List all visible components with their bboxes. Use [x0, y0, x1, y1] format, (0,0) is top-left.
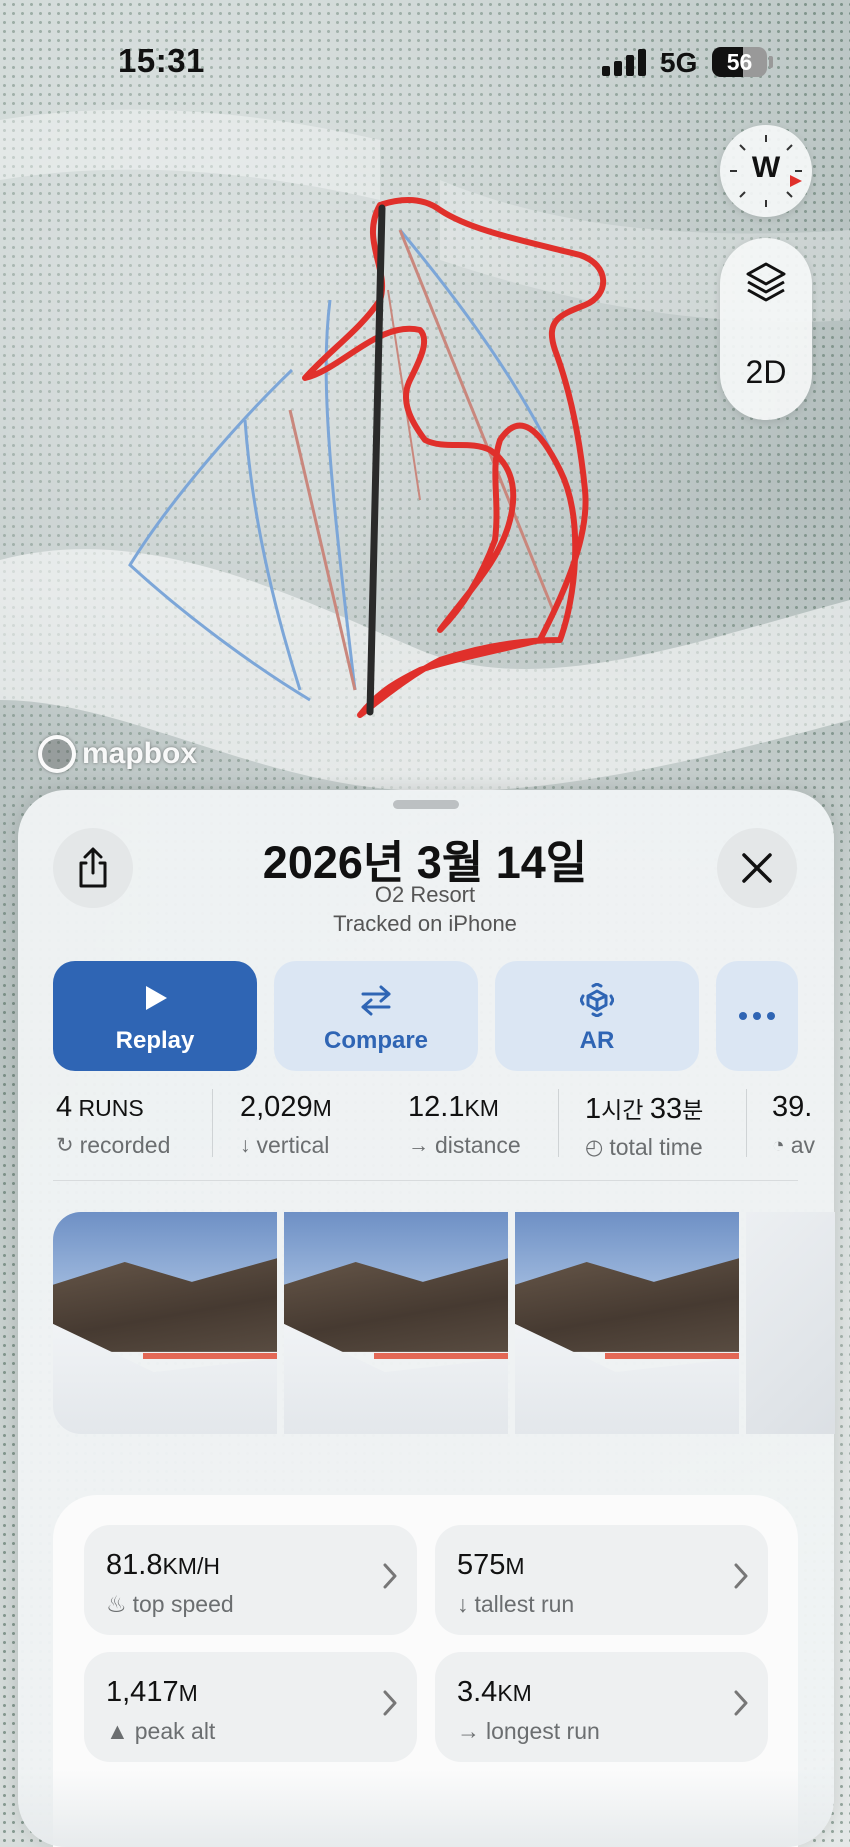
photo-thumbnail[interactable] [746, 1212, 835, 1434]
chevron-right-icon [383, 1690, 397, 1716]
chevron-right-icon [383, 1563, 397, 1589]
metric-label: top speed [132, 1591, 234, 1617]
metric-top-speed[interactable]: 81.8KM/H ♨ top speed [84, 1525, 417, 1635]
map-overlay [0, 109, 850, 792]
metric-peak-alt[interactable]: 1,417M ▲ peak alt [84, 1652, 417, 1762]
metric-label: longest run [486, 1718, 600, 1744]
metric-unit: M [505, 1553, 525, 1579]
stat-divider [746, 1089, 747, 1157]
metric-unit: KM/H [162, 1553, 220, 1579]
metric-value: 81.8 [106, 1549, 163, 1581]
arrow-right-icon: → [457, 1718, 480, 1744]
ar-label: AR [579, 1027, 615, 1054]
more-button[interactable] [716, 961, 798, 1071]
stat-vertical-value: 2,029 [240, 1091, 313, 1123]
mapbox-logo-icon [38, 735, 76, 773]
stat-vertical-unit: M [312, 1095, 332, 1121]
map-controls-panel: 2D [720, 238, 812, 420]
arrow-right-icon: → [408, 1133, 429, 1157]
photo-strip[interactable] [53, 1212, 835, 1434]
lift-line-red-2 [398, 229, 557, 616]
stat-average-value: 39. [772, 1091, 813, 1123]
compass-button[interactable]: W [720, 125, 812, 217]
stat-time-minutes: 33 [649, 1093, 683, 1125]
compare-button[interactable]: Compare [274, 961, 478, 1071]
ar-icon [580, 983, 614, 1017]
resort-name: O2 Resort [374, 882, 476, 907]
stat-time-hours-unit: 시간 [601, 1097, 650, 1123]
metric-label: tallest run [474, 1591, 575, 1617]
tracked-device: Tracked on iPhone [333, 911, 517, 936]
status-bar: 15:31 5G 56 [0, 0, 850, 110]
chevron-right-icon [734, 1563, 748, 1589]
stat-average: 39. ◔ av [772, 1091, 815, 1159]
gauge-icon: ◔ [772, 1133, 785, 1157]
metric-tallest-run[interactable]: 575M ↓ tallest run [435, 1525, 768, 1635]
metric-value: 1,417 [106, 1676, 179, 1708]
photo-thumbnail[interactable] [284, 1212, 508, 1434]
metric-unit: KM [497, 1680, 532, 1706]
arrow-down-icon: ↓ [240, 1133, 251, 1157]
cellular-signal-icon [602, 48, 646, 76]
refresh-icon: ↻ [56, 1134, 74, 1157]
stat-distance-value: 12.1 [408, 1091, 465, 1123]
stat-runs-value: 4 [56, 1091, 73, 1123]
sheet-bottom-fade [18, 1770, 834, 1847]
summary-stats[interactable]: 4 RUNS ↻ recorded 2,029M ↓ vertical 12.1KM… [0, 1085, 850, 1167]
metric-label: peak alt [134, 1718, 216, 1744]
more-icon [739, 1012, 775, 1020]
sheet-grabber[interactable] [393, 800, 459, 809]
battery-percent: 56 [726, 49, 753, 75]
metric-value: 3.4 [457, 1676, 498, 1708]
stat-distance: 12.1KM → distance [408, 1091, 521, 1159]
mountain-icon: ▲ [106, 1718, 129, 1744]
compare-label: Compare [323, 1027, 429, 1054]
stat-divider [558, 1089, 559, 1157]
play-icon [146, 986, 167, 1010]
mapbox-attribution[interactable]: mapbox [38, 732, 197, 776]
photo-thumbnail[interactable] [53, 1212, 277, 1434]
stat-vertical-label: vertical [256, 1132, 330, 1158]
compare-arrows-icon [361, 985, 391, 1016]
replay-button[interactable]: Replay [53, 961, 257, 1071]
stat-total-time: 1시간 33분 ◴ total time [585, 1091, 703, 1161]
stat-time-minutes-unit: 분 [682, 1097, 704, 1123]
stat-time-label: total time [609, 1134, 703, 1160]
flame-icon: ♨ [106, 1591, 127, 1617]
stat-divider [212, 1089, 213, 1157]
metric-unit: M [178, 1680, 198, 1706]
stat-distance-label: distance [435, 1132, 521, 1158]
mapbox-wordmark: mapbox [82, 737, 198, 770]
replay-label: Replay [115, 1027, 195, 1054]
stat-runs: 4 RUNS ↻ recorded [56, 1091, 170, 1159]
2d-toggle-button[interactable]: 2D [720, 354, 812, 391]
battery-icon: 56 [712, 47, 767, 77]
arrow-down-icon: ↓ [457, 1591, 469, 1617]
stat-distance-unit: KM [464, 1095, 499, 1121]
stat-average-label: av [790, 1132, 815, 1158]
metric-longest-run[interactable]: 3.4KM → longest run [435, 1652, 768, 1762]
network-type: 5G [660, 47, 698, 78]
stat-runs-label: recorded [79, 1132, 171, 1158]
timer-icon: ◴ [585, 1136, 604, 1159]
chevron-right-icon [734, 1690, 748, 1716]
ar-button[interactable]: AR [495, 961, 699, 1071]
status-time: 15:31 [118, 42, 205, 79]
stat-runs-unit: RUNS [72, 1095, 144, 1121]
metric-value: 575 [457, 1549, 506, 1581]
divider [53, 1180, 798, 1181]
compass-heading: W [751, 151, 781, 184]
battery-cap [769, 56, 773, 68]
stat-time-hours: 1 [585, 1093, 602, 1125]
photo-thumbnail[interactable] [515, 1212, 739, 1434]
stat-vertical: 2,029M ↓ vertical [240, 1091, 332, 1159]
layers-icon[interactable] [742, 258, 790, 306]
